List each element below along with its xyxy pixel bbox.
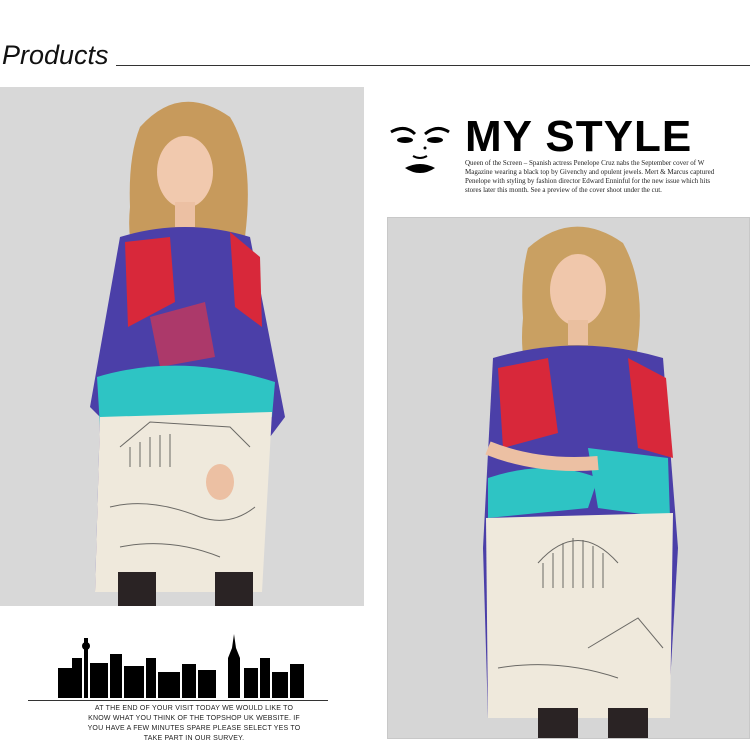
my-style-title: MY STYLE	[465, 112, 693, 161]
my-style-banner: MY STYLE Queen of the Screen – Spanish a…	[385, 112, 750, 202]
footer-divider	[28, 700, 328, 701]
header-divider	[116, 65, 750, 66]
woman-face-icon	[390, 127, 450, 173]
footer-section: AT THE END OF YOUR VISIT TODAY WE WOULD …	[0, 606, 385, 742]
product-photo-right	[387, 217, 750, 739]
city-skyline-icon	[58, 634, 304, 698]
survey-text: AT THE END OF YOUR VISIT TODAY WE WOULD …	[87, 705, 301, 742]
product-photo-left	[0, 87, 364, 606]
page-title: Products	[2, 40, 109, 70]
my-style-caption: Queen of the Screen – Spanish actress Pe…	[465, 159, 715, 194]
